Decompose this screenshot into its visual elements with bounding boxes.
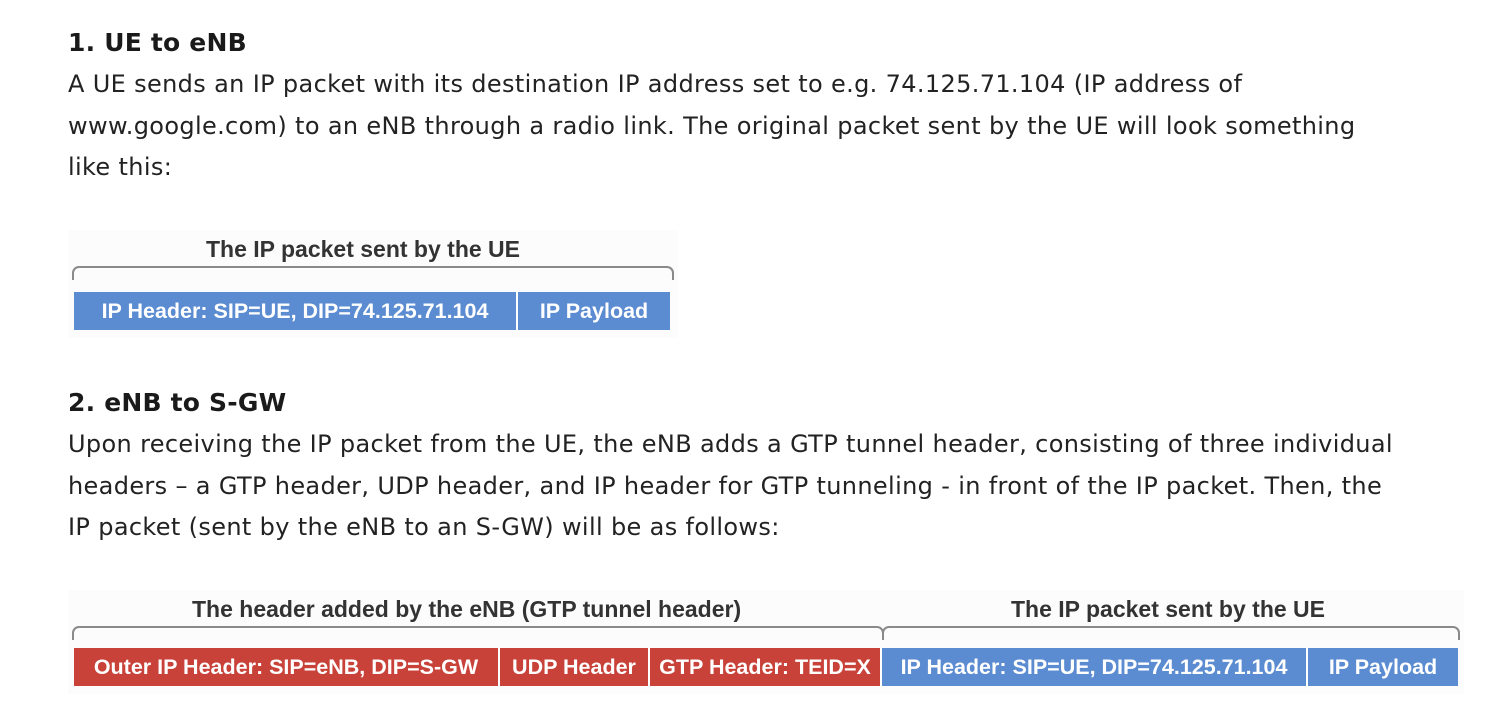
figure-caption-ue-packet: The IP packet sent by the UE	[1011, 596, 1326, 622]
section-ue-to-enb: 1. UE to eNB A UE sends an IP packet wit…	[68, 28, 1355, 189]
section-heading: 2. eNB to S-GW	[68, 388, 287, 417]
section-enb-to-sgw: 2. eNB to S-GW Upon receiving the IP pac…	[68, 388, 1393, 549]
paragraph-line: www.google.com) to an eNB through a radi…	[68, 111, 1356, 140]
gtp-tunnel-packet-diagram: The header added by the eNB (GTP tunnel …	[68, 590, 1464, 694]
section-heading: 1. UE to eNB	[68, 28, 247, 57]
section-paragraph: A UE sends an IP packet with its destina…	[68, 64, 1355, 189]
gtp-header-bracket	[72, 626, 884, 640]
section-paragraph: Upon receiving the IP packet from the UE…	[68, 424, 1393, 549]
ue-packet-bracket	[882, 626, 1460, 640]
packet-segments: IP Header: SIP=UE, DIP=74.125.71.104 IP …	[74, 292, 670, 330]
figure-caption: The IP packet sent by the UE	[206, 236, 521, 262]
paragraph-line: Upon receiving the IP packet from the UE…	[68, 430, 1393, 458]
packet-bracket	[72, 266, 674, 280]
ip-header-segment: IP Header: SIP=UE, DIP=74.125.71.104	[882, 648, 1308, 686]
paragraph-line: headers – a GTP header, UDP header, and …	[68, 471, 1383, 500]
ip-payload-segment: IP Payload	[1308, 648, 1458, 686]
udp-header-segment: UDP Header	[500, 648, 650, 686]
figure-caption-gtp-header: The header added by the eNB (GTP tunnel …	[192, 596, 742, 622]
ip-payload-segment: IP Payload	[518, 292, 670, 330]
ip-header-segment: IP Header: SIP=UE, DIP=74.125.71.104	[74, 292, 518, 330]
gtp-header-segment: GTP Header: TEID=X	[650, 648, 882, 686]
outer-ip-header-segment: Outer IP Header: SIP=eNB, DIP=S-GW	[74, 648, 500, 686]
paragraph-line: A UE sends an IP packet with its destina…	[68, 70, 1243, 98]
ip-packet-diagram: The IP packet sent by the UE IP Header: …	[68, 230, 678, 338]
paragraph-line: IP packet (sent by the eNB to an S-GW) w…	[68, 513, 780, 541]
packet-segments: Outer IP Header: SIP=eNB, DIP=S-GW UDP H…	[74, 648, 1458, 686]
paragraph-line: like this:	[68, 153, 173, 181]
